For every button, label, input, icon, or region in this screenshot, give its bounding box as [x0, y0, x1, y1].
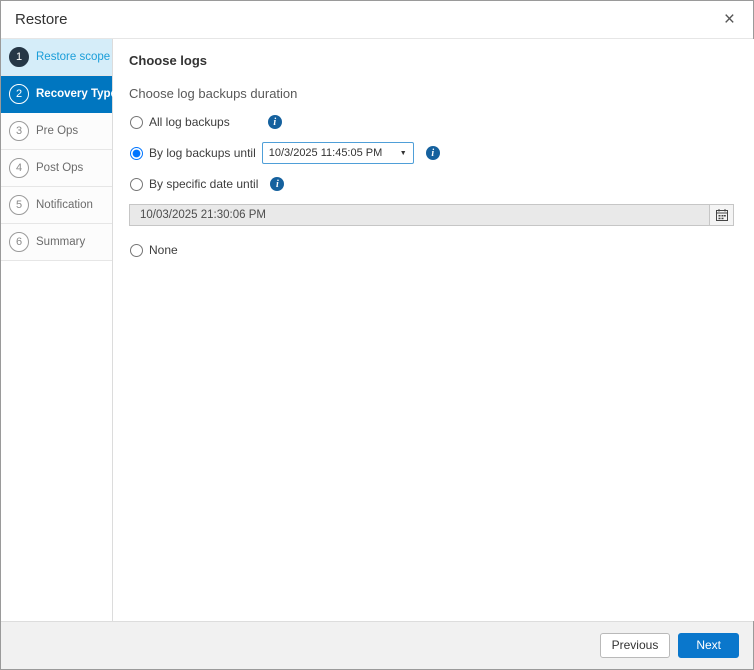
option-none: None — [129, 239, 734, 261]
log-backup-until-value: 10/3/2025 11:45:05 PM — [269, 147, 383, 159]
close-icon[interactable]: × — [720, 8, 739, 31]
step-recovery-type[interactable]: 2 Recovery Type — [1, 76, 112, 113]
step-number-badge: 4 — [9, 158, 29, 178]
none-label[interactable]: None — [149, 243, 178, 257]
step-label: Post Ops — [36, 162, 83, 174]
info-icon[interactable]: i — [270, 177, 284, 191]
by-log-backups-until-label[interactable]: By log backups until — [149, 146, 256, 160]
step-pre-ops[interactable]: 3 Pre Ops — [1, 113, 112, 150]
step-restore-scope[interactable]: 1 Restore scope — [1, 39, 112, 76]
step-summary[interactable]: 6 Summary — [1, 224, 112, 261]
none-radio[interactable] — [130, 244, 143, 257]
dialog-footer: Previous Next — [1, 621, 753, 669]
info-icon[interactable]: i — [426, 146, 440, 160]
option-by-log-backups-until: By log backups until 10/3/2025 11:45:05 … — [129, 142, 734, 164]
restore-dialog: Restore × 1 Restore scope 2 Recovery Typ… — [0, 0, 754, 670]
titlebar: Restore × — [1, 1, 753, 39]
step-label: Pre Ops — [36, 125, 78, 137]
chevron-down-icon: ▼ — [400, 150, 407, 157]
all-log-backups-radio[interactable] — [130, 116, 143, 129]
dialog-body: 1 Restore scope 2 Recovery Type 3 Pre Op… — [1, 39, 753, 621]
specific-date-field-row: 10/03/2025 21:30:06 PM — [129, 204, 734, 226]
step-notification[interactable]: 5 Notification — [1, 187, 112, 224]
all-log-backups-label[interactable]: All log backups — [149, 115, 230, 129]
calendar-icon — [716, 209, 728, 221]
step-number-badge: 3 — [9, 121, 29, 141]
previous-button[interactable]: Previous — [600, 633, 671, 657]
next-button[interactable]: Next — [678, 633, 739, 657]
step-label: Notification — [36, 199, 93, 211]
by-log-backups-until-radio[interactable] — [130, 147, 143, 160]
option-all-log-backups: All log backups i — [129, 111, 734, 133]
by-specific-date-label[interactable]: By specific date until — [149, 177, 258, 191]
calendar-button[interactable] — [709, 204, 734, 226]
step-number-badge: 5 — [9, 195, 29, 215]
step-label: Summary — [36, 236, 85, 248]
step-label: Recovery Type — [36, 88, 117, 100]
log-backup-until-dropdown[interactable]: 10/3/2025 11:45:05 PM ▼ — [262, 142, 414, 164]
option-by-specific-date: By specific date until i — [129, 173, 734, 195]
info-icon[interactable]: i — [268, 115, 282, 129]
step-post-ops[interactable]: 4 Post Ops — [1, 150, 112, 187]
section-title: Choose log backups duration — [129, 86, 734, 101]
step-number-badge: 2 — [9, 84, 29, 104]
by-specific-date-radio[interactable] — [130, 178, 143, 191]
dialog-title: Restore — [15, 11, 68, 28]
step-number-badge: 1 — [9, 47, 29, 67]
step-label: Restore scope — [36, 51, 110, 63]
step-number-badge: 6 — [9, 232, 29, 252]
page-title: Choose logs — [129, 53, 734, 68]
main-content: Choose logs Choose log backups duration … — [113, 39, 754, 621]
specific-date-input: 10/03/2025 21:30:06 PM — [129, 204, 709, 226]
wizard-steps-sidebar: 1 Restore scope 2 Recovery Type 3 Pre Op… — [1, 39, 113, 621]
